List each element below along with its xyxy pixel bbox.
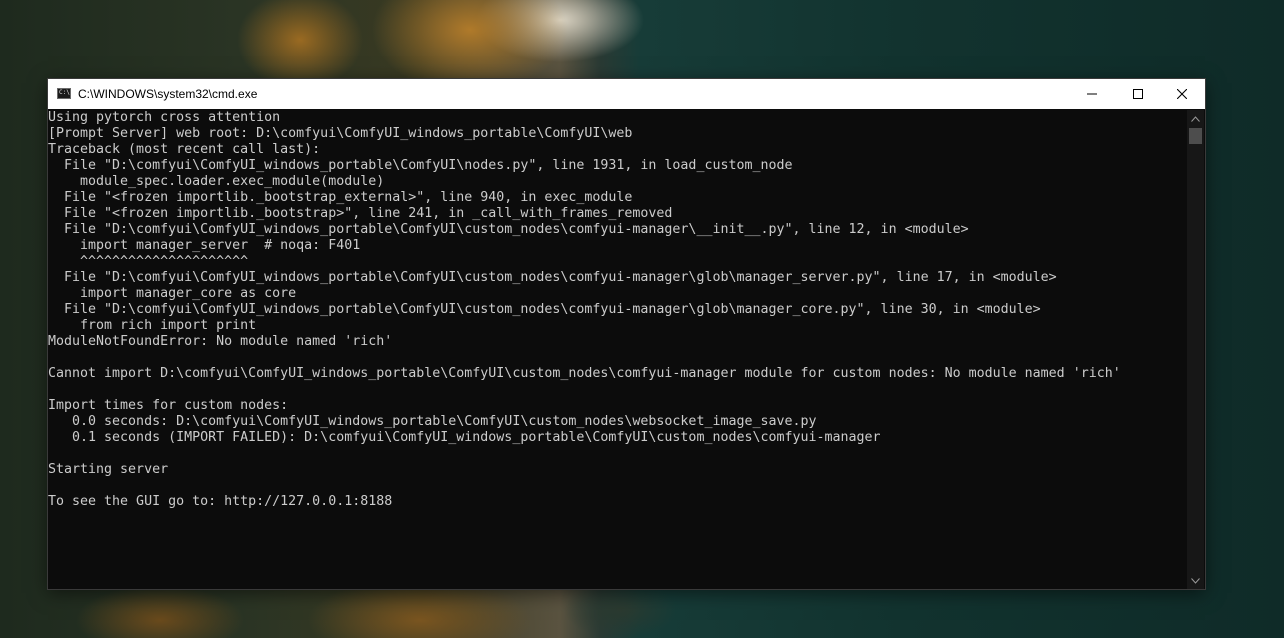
chevron-up-icon	[1191, 115, 1200, 122]
title-bar[interactable]: C:\WINDOWS\system32\cmd.exe	[48, 79, 1205, 109]
console-line: Using pytorch cross attention	[48, 110, 281, 125]
console-line: import manager_server # noqa: F401	[48, 238, 361, 253]
console-text: Using pytorch cross attention [Prompt Ser…	[48, 110, 1187, 510]
console-line: File "<frozen importlib._bootstrap>", li…	[48, 206, 673, 221]
console-line: File "D:\comfyui\ComfyUI_windows_portabl…	[48, 222, 969, 237]
console-line: from rich import print	[48, 318, 257, 333]
close-icon	[1177, 89, 1187, 99]
scroll-up-button[interactable]	[1187, 110, 1204, 127]
console-line: ^^^^^^^^^^^^^^^^^^^^^	[48, 254, 249, 269]
minimize-icon	[1087, 93, 1097, 95]
console-line: 0.1 seconds (IMPORT FAILED): D:\comfyui\…	[48, 430, 881, 445]
console-line: Import times for custom nodes:	[48, 398, 289, 413]
vertical-scrollbar[interactable]	[1187, 110, 1204, 589]
cmd-window[interactable]: C:\WINDOWS\system32\cmd.exe Using pytorc…	[48, 79, 1205, 589]
console-line: Cannot import D:\comfyui\ComfyUI_windows…	[48, 366, 1121, 381]
scroll-down-button[interactable]	[1187, 572, 1204, 589]
console-line: 0.0 seconds: D:\comfyui\ComfyUI_windows_…	[48, 414, 817, 429]
console-line: File "D:\comfyui\ComfyUI_windows_portabl…	[48, 270, 1057, 285]
console-line: [Prompt Server] web root: D:\comfyui\Com…	[48, 126, 633, 141]
maximize-icon	[1133, 89, 1143, 99]
chevron-down-icon	[1191, 577, 1200, 584]
console-line: Starting server	[48, 462, 169, 477]
console-line: ModuleNotFoundError: No module named 'ri…	[48, 334, 393, 349]
minimize-button[interactable]	[1069, 79, 1115, 109]
console-line: To see the GUI go to: http://127.0.0.1:8…	[48, 494, 393, 509]
console-line: import manager_core as core	[48, 286, 297, 301]
console-line: Traceback (most recent call last):	[48, 142, 321, 157]
console-output[interactable]: Using pytorch cross attention [Prompt Ser…	[48, 110, 1187, 589]
console-line: File "D:\comfyui\ComfyUI_windows_portabl…	[48, 302, 1041, 317]
console-line: File "D:\comfyui\ComfyUI_windows_portabl…	[48, 158, 793, 173]
window-title: C:\WINDOWS\system32\cmd.exe	[78, 87, 258, 101]
maximize-button[interactable]	[1115, 79, 1161, 109]
close-button[interactable]	[1159, 79, 1205, 109]
scrollbar-thumb[interactable]	[1189, 128, 1202, 144]
console-line: module_spec.loader.exec_module(module)	[48, 174, 385, 189]
console-line: File "<frozen importlib._bootstrap_exter…	[48, 190, 633, 205]
cmd-app-icon[interactable]	[57, 88, 71, 99]
